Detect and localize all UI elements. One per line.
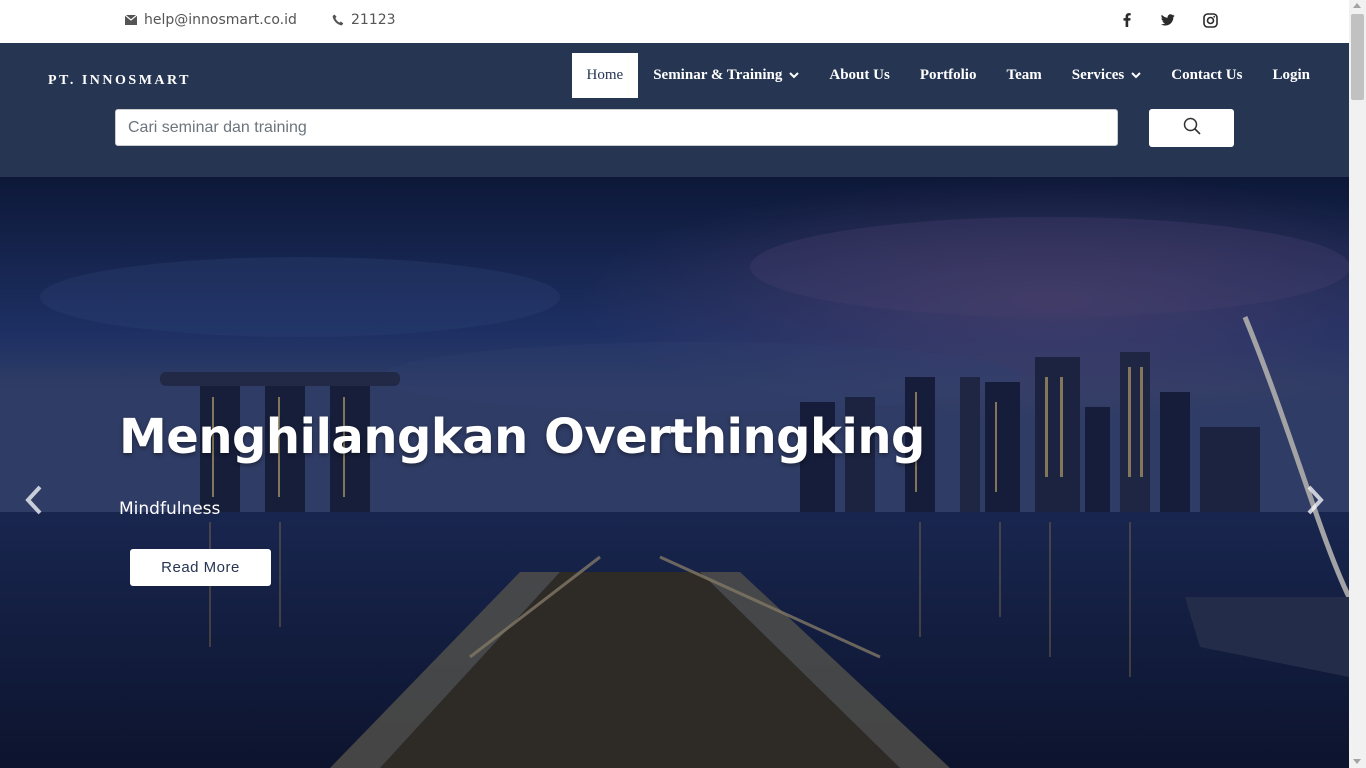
chevron-down-icon: [789, 72, 800, 79]
nav-login-label: Login: [1272, 67, 1310, 83]
page: help@innosmart.co.id 21123 PT. INNOSMART…: [0, 0, 1349, 768]
nav-services[interactable]: Services: [1057, 53, 1156, 98]
carousel-prev-button[interactable]: [19, 482, 49, 522]
chevron-right-icon: [1305, 485, 1325, 520]
hero-title: Menghilangkan Overthingking: [119, 409, 925, 465]
hero-overlay: [0, 177, 1349, 768]
nav-login[interactable]: Login: [1257, 53, 1325, 98]
nav-contact-us[interactable]: Contact Us: [1156, 53, 1257, 98]
brand-logo[interactable]: PT. INNOSMART: [48, 73, 191, 89]
instagram-icon[interactable]: [1202, 12, 1218, 28]
chevron-left-icon: [24, 485, 44, 520]
site-header: PT. INNOSMART Home Seminar & Training Ab…: [0, 43, 1349, 177]
nav-seminar-label: Seminar & Training: [653, 67, 783, 83]
carousel-next-button[interactable]: [1300, 482, 1330, 522]
email-text: help@innosmart.co.id: [144, 12, 297, 28]
hero-carousel: Menghilangkan Overthingking Mindfulness …: [0, 177, 1349, 768]
nav-home-label: Home: [586, 67, 624, 83]
phone-icon: [331, 14, 345, 26]
nav-about-us[interactable]: About Us: [814, 53, 904, 98]
hero-subtitle: Mindfulness: [119, 499, 221, 519]
search-input[interactable]: [115, 109, 1118, 146]
nav-team-label: Team: [1006, 67, 1042, 83]
page-scrollbar[interactable]: [1349, 0, 1366, 768]
chevron-down-icon: [1131, 72, 1141, 79]
read-more-button[interactable]: Read More: [130, 549, 271, 586]
main-nav: Home Seminar & Training About Us Portfol…: [571, 53, 1325, 98]
search-icon: [1183, 117, 1201, 140]
nav-services-label: Services: [1071, 67, 1125, 83]
nav-seminar-training[interactable]: Seminar & Training: [638, 53, 814, 98]
nav-home[interactable]: Home: [571, 53, 639, 98]
nav-portfolio-label: Portfolio: [919, 67, 977, 83]
contact-email[interactable]: help@innosmart.co.id: [124, 0, 297, 40]
scroll-up-arrow-icon[interactable]: [1353, 3, 1361, 8]
search-button[interactable]: [1149, 109, 1234, 147]
nav-team[interactable]: Team: [991, 53, 1056, 98]
nav-portfolio[interactable]: Portfolio: [905, 53, 992, 98]
contact-phone[interactable]: 21123: [331, 0, 396, 40]
phone-text: 21123: [351, 12, 396, 28]
nav-about-label: About Us: [829, 67, 890, 83]
twitter-icon[interactable]: [1160, 12, 1176, 28]
scroll-thumb[interactable]: [1351, 14, 1364, 100]
nav-contact-label: Contact Us: [1171, 67, 1243, 83]
scroll-down-arrow-icon[interactable]: [1353, 759, 1361, 764]
facebook-icon[interactable]: [1119, 12, 1135, 28]
top-contact-bar: help@innosmart.co.id 21123: [0, 0, 1349, 43]
envelope-icon: [124, 15, 138, 25]
